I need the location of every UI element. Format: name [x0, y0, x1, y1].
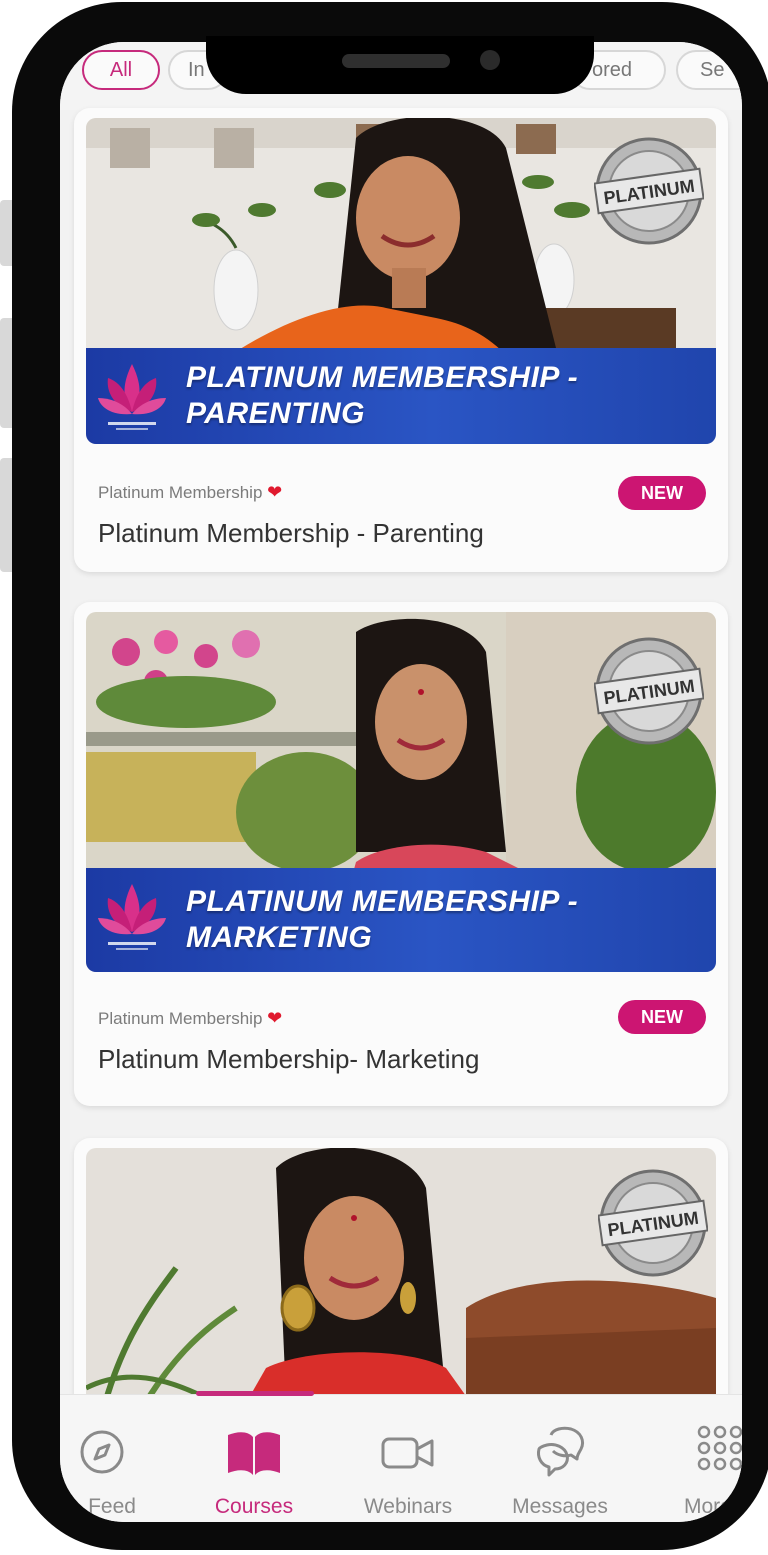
platinum-membership-seal: PLATINUM: [593, 136, 705, 246]
new-badge: NEW: [618, 1000, 706, 1034]
banner-title-line-2: PARENTING: [186, 397, 365, 430]
heart-icon: ❤: [267, 482, 283, 502]
tab-courses[interactable]: Courses: [184, 1395, 324, 1522]
book-icon: [228, 1432, 280, 1475]
category-label: Platinum Membership: [98, 1009, 263, 1028]
volume-up-button: [0, 318, 12, 428]
banner-title: PLATINUM MEMBERSHIP - PARENTING: [186, 360, 578, 432]
course-thumbnail[interactable]: PLATINUM PLATINUM MEMBERSHIP - MARKETING: [86, 612, 716, 972]
banner-title-line-1: PLATINUM MEMBERSHIP -: [186, 361, 579, 394]
tab-messages[interactable]: Messages: [490, 1395, 630, 1522]
tab-label: More: [684, 1495, 732, 1518]
platinum-membership-seal: PLATINUM: [597, 1168, 709, 1278]
banner-title: PLATINUM MEMBERSHIP - MARKETING: [186, 884, 578, 956]
front-camera: [480, 50, 500, 70]
tab-more[interactable]: More: [650, 1395, 742, 1522]
banner-title-line-1: PLATINUM MEMBERSHIP -: [186, 885, 579, 918]
tab-webinars[interactable]: Webinars: [338, 1395, 478, 1522]
banner-title-line-2: MARKETING: [186, 921, 373, 954]
tab-label: Courses: [214, 1495, 294, 1518]
course-card-parenting[interactable]: PLATINUM PLATINUM MEMBERSHIP - PARENTING: [74, 108, 728, 572]
filter-chip-se[interactable]: Se: [676, 50, 742, 90]
course-banner: PLATINUM MEMBERSHIP - MARKETING: [86, 868, 716, 972]
chat-bubbles-icon: [537, 1426, 585, 1477]
mute-switch: [0, 200, 12, 266]
new-badge: NEW: [618, 476, 706, 510]
compass-icon: [80, 1430, 124, 1474]
tab-label: Webinars: [363, 1495, 453, 1518]
heart-icon: ❤: [267, 1008, 283, 1028]
speaker: [342, 54, 450, 68]
lotus-logo-icon: [98, 364, 166, 430]
tab-label: Feed: [88, 1495, 136, 1518]
course-thumbnail[interactable]: PLATINUM PLATINUM MEMBERSHIP - PARENTING: [86, 118, 716, 444]
tab-feed[interactable]: Feed: [60, 1395, 172, 1522]
notch: [206, 36, 594, 94]
volume-down-button: [0, 458, 12, 572]
category-label: Platinum Membership: [98, 483, 263, 502]
course-category: Platinum Membership ❤: [98, 1008, 282, 1029]
bottom-tab-bar: Feed Courses Webinars Messages More: [60, 1391, 742, 1522]
tab-label: Messages: [512, 1495, 608, 1518]
filter-chip-all[interactable]: All: [82, 50, 160, 90]
course-card-third[interactable]: PLATINUM: [74, 1138, 728, 1438]
app-screen: All In ored Se PLATINUM PLATINUM MEMBERS…: [60, 42, 742, 1522]
lotus-logo-icon: [98, 884, 166, 950]
course-card-marketing[interactable]: PLATINUM PLATINUM MEMBERSHIP - MARKETING: [74, 602, 728, 1106]
course-banner: PLATINUM MEMBERSHIP - PARENTING: [86, 348, 716, 444]
platinum-membership-seal: PLATINUM: [593, 636, 705, 746]
course-title[interactable]: Platinum Membership- Marketing: [98, 1044, 479, 1075]
course-category: Platinum Membership ❤: [98, 482, 282, 503]
video-camera-icon: [381, 1437, 434, 1469]
course-title[interactable]: Platinum Membership - Parenting: [98, 518, 484, 549]
grid-dots-icon: [697, 1425, 742, 1471]
